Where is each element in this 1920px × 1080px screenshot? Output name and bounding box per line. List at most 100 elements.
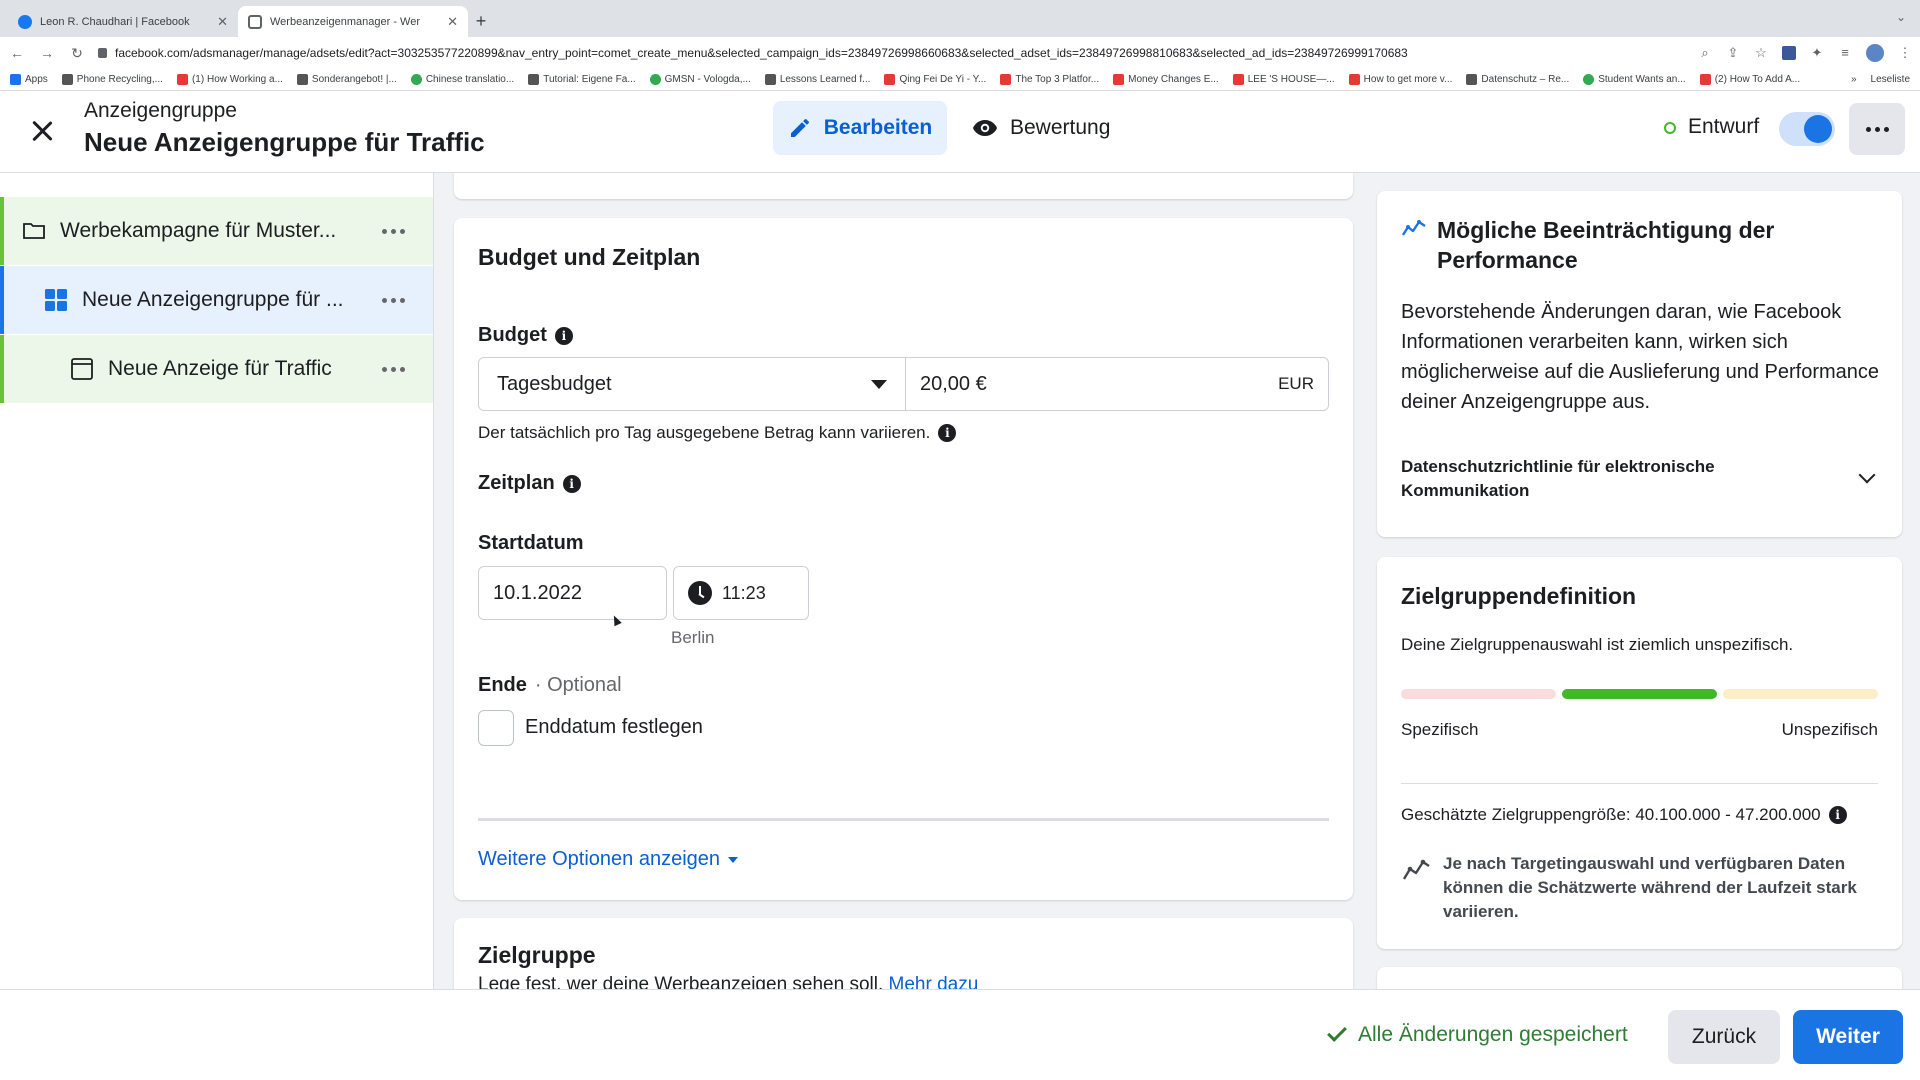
budget-helper-text: Der tatsächlich pro Tag ausgegebene Betr… [478,423,957,443]
tab-search-icon[interactable]: ⌄ [1896,10,1906,24]
info-icon[interactable]: i [554,326,573,345]
bookmark-item[interactable]: How to get more v... [1348,74,1452,85]
budget-amount-input[interactable]: 20,00 € EUR [906,358,1328,410]
section-title: Budget und Zeitplan [478,244,701,270]
back-button[interactable]: Zurück [1668,1010,1780,1064]
caret-down-icon [871,379,887,389]
bookmark-item[interactable]: LEE 'S HOUSE—... [1232,74,1335,85]
tab-review[interactable]: Bewertung [972,101,1110,155]
status-dot-icon [1664,122,1676,134]
bookmark-item[interactable]: Datenschutz – Re... [1466,74,1569,85]
tab-title: Leon R. Chaudhari | Facebook [40,15,190,28]
sidebar-item-adset[interactable]: Neue Anzeigengruppe für ... [0,266,433,334]
audience-breadth-meter [1401,689,1878,699]
bookmark-item[interactable]: Chinese translatio... [410,74,514,85]
structure-sidebar: Werbekampagne für Muster... Neue Anzeige… [0,173,434,989]
ad-page-icon [71,358,93,380]
sidebar-item-more-icon[interactable] [365,297,405,303]
next-button[interactable]: Weiter [1793,1010,1903,1064]
bookmark-favicon-icon [1466,74,1478,85]
previous-section-card [454,173,1353,199]
url-field[interactable]: facebook.com/adsmanager/manage/adsets/ed… [98,46,1686,60]
youtube-icon [884,74,896,85]
meter-label-specific: Spezifisch [1401,720,1479,739]
close-icon[interactable] [28,117,56,145]
bookmark-item[interactable]: Lessons Learned f... [764,74,870,85]
sidebar-item-more-icon[interactable] [365,366,405,372]
start-date-input[interactable]: 10.1.2022 [478,566,667,620]
browser-addressbar: ← → ↻ facebook.com/adsmanager/manage/ads… [0,37,1920,69]
back-arrow-icon[interactable]: ← [8,45,26,61]
bookmark-item[interactable]: The Top 3 Platfor... [1000,74,1099,85]
bookmark-item[interactable]: Phone Recycling,... [61,74,163,85]
star-icon[interactable]: ☆ [1754,46,1768,60]
trend-chart-icon [1401,220,1426,236]
bookmark-item[interactable]: GMSN - Vologda,... [649,74,751,85]
budget-type-select[interactable]: Tagesbudget [479,358,906,410]
bookmark-apps[interactable]: Apps [10,74,48,85]
youtube-icon [1348,74,1360,85]
share-icon[interactable]: ⇪ [1726,46,1740,60]
more-options-button[interactable] [1849,103,1905,155]
performance-notice-card: Mögliche Beeinträchtigung der Performanc… [1377,191,1902,537]
sidebar-item-label: Neue Anzeige für Traffic [108,357,332,380]
show-more-options-link[interactable]: Weitere Optionen anzeigen [478,848,739,871]
reading-list-button[interactable]: Leseliste [1871,74,1910,85]
close-tab-icon[interactable]: ✕ [447,14,458,30]
page-title: Neue Anzeigengruppe für Traffic [84,127,485,157]
bookmark-favicon-icon [296,74,308,85]
trend-chart-icon [1402,859,1430,880]
bookmark-item[interactable]: Sonderangebot! |... [296,74,397,85]
bookmark-item[interactable]: (2) How To Add A... [1699,74,1800,85]
media-icon[interactable]: ≡ [1838,46,1852,60]
sidebar-item-more-icon[interactable] [365,228,405,234]
bookmarks-overflow-icon[interactable]: » [1851,74,1857,85]
folder-icon [23,223,45,239]
info-icon[interactable]: i [562,474,581,493]
budget-schedule-card: Budget und Zeitplan Budget i Tagesbudget… [454,218,1353,900]
app-header: Anzeigengruppe Neue Anzeigengruppe für T… [0,91,1920,173]
info-icon[interactable]: i [938,424,957,442]
clock-icon [688,581,712,605]
bookmark-item[interactable]: (1) How Working a... [176,74,283,85]
budget-label: Budget i [478,324,573,347]
budget-type-value: Tagesbudget [497,372,612,395]
reload-icon[interactable]: ↻ [68,45,86,62]
close-tab-icon[interactable]: ✕ [217,14,228,30]
airbnb-icon [1232,74,1244,85]
sidebar-item-label: Werbekampagne für Muster... [60,219,337,242]
adset-active-toggle[interactable] [1779,112,1835,146]
meter-segment-specific [1401,689,1556,699]
bookmark-item[interactable]: Qing Fei De Yi - Y... [884,74,986,85]
sidebar-item-campaign[interactable]: Werbekampagne für Muster... [0,197,433,265]
tab-edit[interactable]: Bearbeiten [773,101,947,155]
start-time-input[interactable]: 11:23 [673,566,809,620]
tab-review-label: Bewertung [1010,116,1111,139]
end-date-checkbox[interactable] [478,710,514,746]
browser-tab-facebook[interactable]: Leon R. Chaudhari | Facebook ✕ [8,6,238,37]
bookmark-favicon-icon [410,74,422,85]
facebook-extension-icon[interactable] [1782,46,1796,60]
sidebar-item-ad[interactable]: Neue Anzeige für Traffic [0,335,433,403]
zoom-icon[interactable]: ⌕ [1698,46,1712,60]
bookmark-item[interactable]: Tutorial: Eigene Fa... [528,74,636,85]
browser-tab-adsmanager[interactable]: Werbeanzeigenmanager - Wer ✕ [238,6,468,37]
end-optional-text: · Optional [534,674,622,696]
caret-down-icon [728,856,739,863]
new-tab-button[interactable]: + [468,6,494,37]
info-icon[interactable]: i [1828,806,1847,824]
browser-extensions: ⌕ ⇪ ☆ ✦ ≡ ⋮ [1698,44,1912,62]
menu-kebab-icon[interactable]: ⋮ [1898,46,1912,60]
bookmark-favicon-icon [1583,74,1595,85]
youtube-icon [1000,74,1012,85]
bookmark-item[interactable]: Money Changes E... [1113,74,1219,85]
profile-avatar[interactable] [1866,44,1884,62]
audience-definition-description: Deine Zielgruppenauswahl ist ziemlich un… [1401,635,1794,654]
privacy-policy-expander[interactable]: Datenschutzrichtlinie für elektronische … [1401,455,1821,503]
puzzle-icon[interactable]: ✦ [1810,46,1824,60]
youtube-icon [1699,74,1711,85]
forward-arrow-icon[interactable]: → [38,45,56,61]
bookmark-item[interactable]: Student Wants an... [1583,74,1686,85]
end-date-checkbox-label[interactable]: Enddatum festlegen [525,716,703,739]
chevron-down-icon[interactable] [1858,466,1876,484]
